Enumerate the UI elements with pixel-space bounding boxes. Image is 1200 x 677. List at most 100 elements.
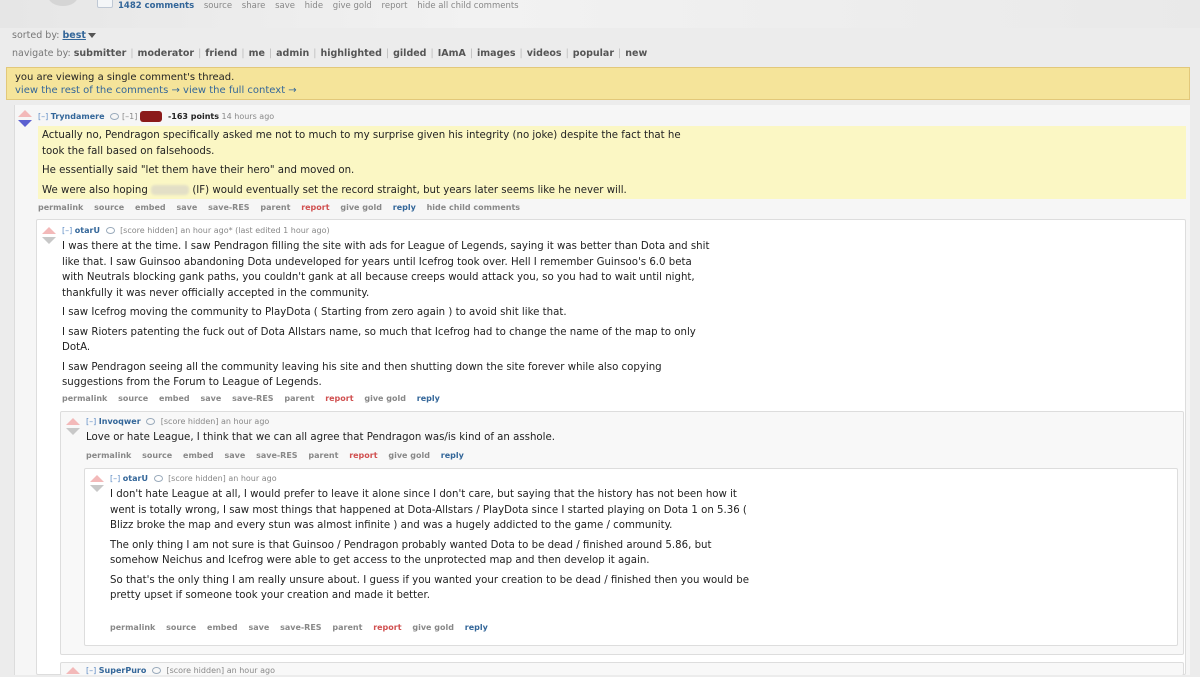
view-context-link[interactable]: view the full context → xyxy=(183,85,297,96)
save-button[interactable]: save xyxy=(200,394,221,403)
reply-button[interactable]: reply xyxy=(417,394,440,403)
vote-controls xyxy=(89,475,105,492)
nav-friend[interactable]: friend xyxy=(205,48,237,59)
embed-button[interactable]: embed xyxy=(159,394,190,403)
parent-button[interactable]: parent xyxy=(308,451,338,460)
comment-tagline: [–] otarU [score hidden] an hour ago* (l… xyxy=(62,226,330,235)
comment-body: Love or hate League, I think that we can… xyxy=(86,430,786,450)
upvote-arrow-icon[interactable] xyxy=(18,110,32,117)
downvote-arrow-icon[interactable] xyxy=(66,428,80,435)
upvote-arrow-icon[interactable] xyxy=(66,418,80,425)
permalink-button[interactable]: permalink xyxy=(110,623,155,632)
give-gold-button[interactable]: give gold xyxy=(412,623,454,632)
nav-me[interactable]: me xyxy=(249,48,265,59)
post-action-report[interactable]: report xyxy=(382,1,408,11)
comment-author[interactable]: Invoqwer xyxy=(99,417,141,426)
nav-new[interactable]: new xyxy=(625,48,647,59)
save-button[interactable]: save xyxy=(248,623,269,632)
upvote-arrow-icon[interactable] xyxy=(42,227,56,234)
post-action-source[interactable]: source xyxy=(204,1,232,11)
permalink-button[interactable]: permalink xyxy=(62,394,107,403)
nav-admin[interactable]: admin xyxy=(276,48,309,59)
reply-button[interactable]: reply xyxy=(441,451,464,460)
post-action-save[interactable]: save xyxy=(275,1,295,11)
downvote-arrow-icon[interactable] xyxy=(18,120,32,127)
reply-button[interactable]: reply xyxy=(465,623,488,632)
nav-moderator[interactable]: moderator xyxy=(138,48,195,59)
collapse-toggle[interactable]: [–] xyxy=(62,226,72,235)
post-action-hide[interactable]: hide xyxy=(305,1,323,11)
source-button[interactable]: source xyxy=(166,623,196,632)
comment-meta: [score hidden] an hour ago xyxy=(166,666,275,675)
sort-row: sorted by: best xyxy=(12,30,96,41)
chevron-down-icon[interactable] xyxy=(87,33,96,38)
upvote-arrow-icon[interactable] xyxy=(66,667,80,674)
comment-author[interactable]: otarU xyxy=(123,474,148,483)
give-gold-button[interactable]: give gold xyxy=(388,451,430,460)
comments-link[interactable]: 1482 comments xyxy=(118,1,194,11)
permalink-button[interactable]: permalink xyxy=(38,203,83,212)
permalink-button[interactable]: permalink xyxy=(86,451,131,460)
comment-author[interactable]: SuperPuro xyxy=(99,666,147,675)
save-res-button[interactable]: save-RES xyxy=(232,394,274,403)
save-res-button[interactable]: save-RES xyxy=(280,623,322,632)
view-rest-link[interactable]: view the rest of the comments → xyxy=(15,85,180,96)
comment-paragraph: I was there at the time. I saw Pendragon… xyxy=(62,241,710,299)
nav-highlighted[interactable]: highlighted xyxy=(320,48,381,59)
comment-body: I don't hate League at all, I would pref… xyxy=(110,487,760,608)
user-emblem-icon xyxy=(140,111,163,122)
sort-dropdown[interactable]: best xyxy=(62,30,85,41)
give-gold-button[interactable]: give gold xyxy=(364,394,406,403)
comment-author[interactable]: Tryndamere xyxy=(51,112,105,121)
post-action-share[interactable]: share xyxy=(242,1,266,11)
parent-button[interactable]: parent xyxy=(332,623,362,632)
report-button[interactable]: report xyxy=(349,451,377,460)
single-thread-banner: you are viewing a single comment's threa… xyxy=(6,67,1190,100)
give-gold-button[interactable]: give gold xyxy=(340,203,382,212)
nav-iama[interactable]: IAmA xyxy=(438,48,466,59)
nav-images[interactable]: images xyxy=(477,48,515,59)
collapse-toggle[interactable]: [–] xyxy=(86,666,96,675)
post-action-hide-children[interactable]: hide all child comments xyxy=(417,1,518,11)
report-button[interactable]: report xyxy=(325,394,353,403)
navigate-label: navigate by: xyxy=(12,48,71,59)
embed-button[interactable]: embed xyxy=(183,451,214,460)
collapse-toggle[interactable]: [–] xyxy=(110,474,120,483)
navigate-row: navigate by: submitter | moderator | friend |… xyxy=(12,48,647,59)
parent-button[interactable]: parent xyxy=(284,394,314,403)
report-button[interactable]: report xyxy=(373,623,401,632)
collapse-toggle[interactable]: [–] xyxy=(86,417,96,426)
comment-body: Actually no, Pendragon specifically aske… xyxy=(38,126,1186,199)
save-button[interactable]: save xyxy=(224,451,245,460)
save-res-button[interactable]: save-RES xyxy=(256,451,298,460)
embed-button[interactable]: embed xyxy=(207,623,238,632)
nav-gilded[interactable]: gilded xyxy=(393,48,426,59)
upvote-arrow-icon[interactable] xyxy=(90,475,104,482)
reply-button[interactable]: reply xyxy=(393,203,416,212)
parent-button[interactable]: parent xyxy=(260,203,290,212)
downvote-arrow-icon[interactable] xyxy=(90,485,104,492)
comment-paragraph: We were also hoping (IF) would eventuall… xyxy=(42,184,627,196)
nav-separator: | xyxy=(430,48,434,59)
downvote-arrow-icon[interactable] xyxy=(42,237,56,244)
comment-paragraph: The only thing I am not sure is that Gui… xyxy=(110,539,712,567)
collapse-toggle[interactable]: [–] xyxy=(38,112,48,121)
save-res-button[interactable]: save-RES xyxy=(208,203,250,212)
source-button[interactable]: source xyxy=(142,451,172,460)
comment-tagline: [–] Invoqwer [score hidden] an hour ago xyxy=(86,417,269,426)
source-button[interactable]: source xyxy=(94,203,124,212)
post-thumbnail[interactable] xyxy=(48,0,78,6)
nav-videos[interactable]: videos xyxy=(527,48,562,59)
nav-popular[interactable]: popular xyxy=(573,48,614,59)
banner-message: you are viewing a single comment's threa… xyxy=(15,72,235,83)
source-button[interactable]: source xyxy=(118,394,148,403)
comment-author[interactable]: otarU xyxy=(75,226,100,235)
save-button[interactable]: save xyxy=(176,203,197,212)
report-button[interactable]: report xyxy=(301,203,329,212)
post-action-give-gold[interactable]: give gold xyxy=(333,1,372,11)
embed-button[interactable]: embed xyxy=(135,203,166,212)
hide-child-comments-button[interactable]: hide child comments xyxy=(427,203,520,212)
comment-paragraph: I saw Rioters patenting the fuck out of … xyxy=(62,326,696,354)
nav-submitter[interactable]: submitter xyxy=(74,48,127,59)
flair-text: [–1] xyxy=(122,112,138,121)
